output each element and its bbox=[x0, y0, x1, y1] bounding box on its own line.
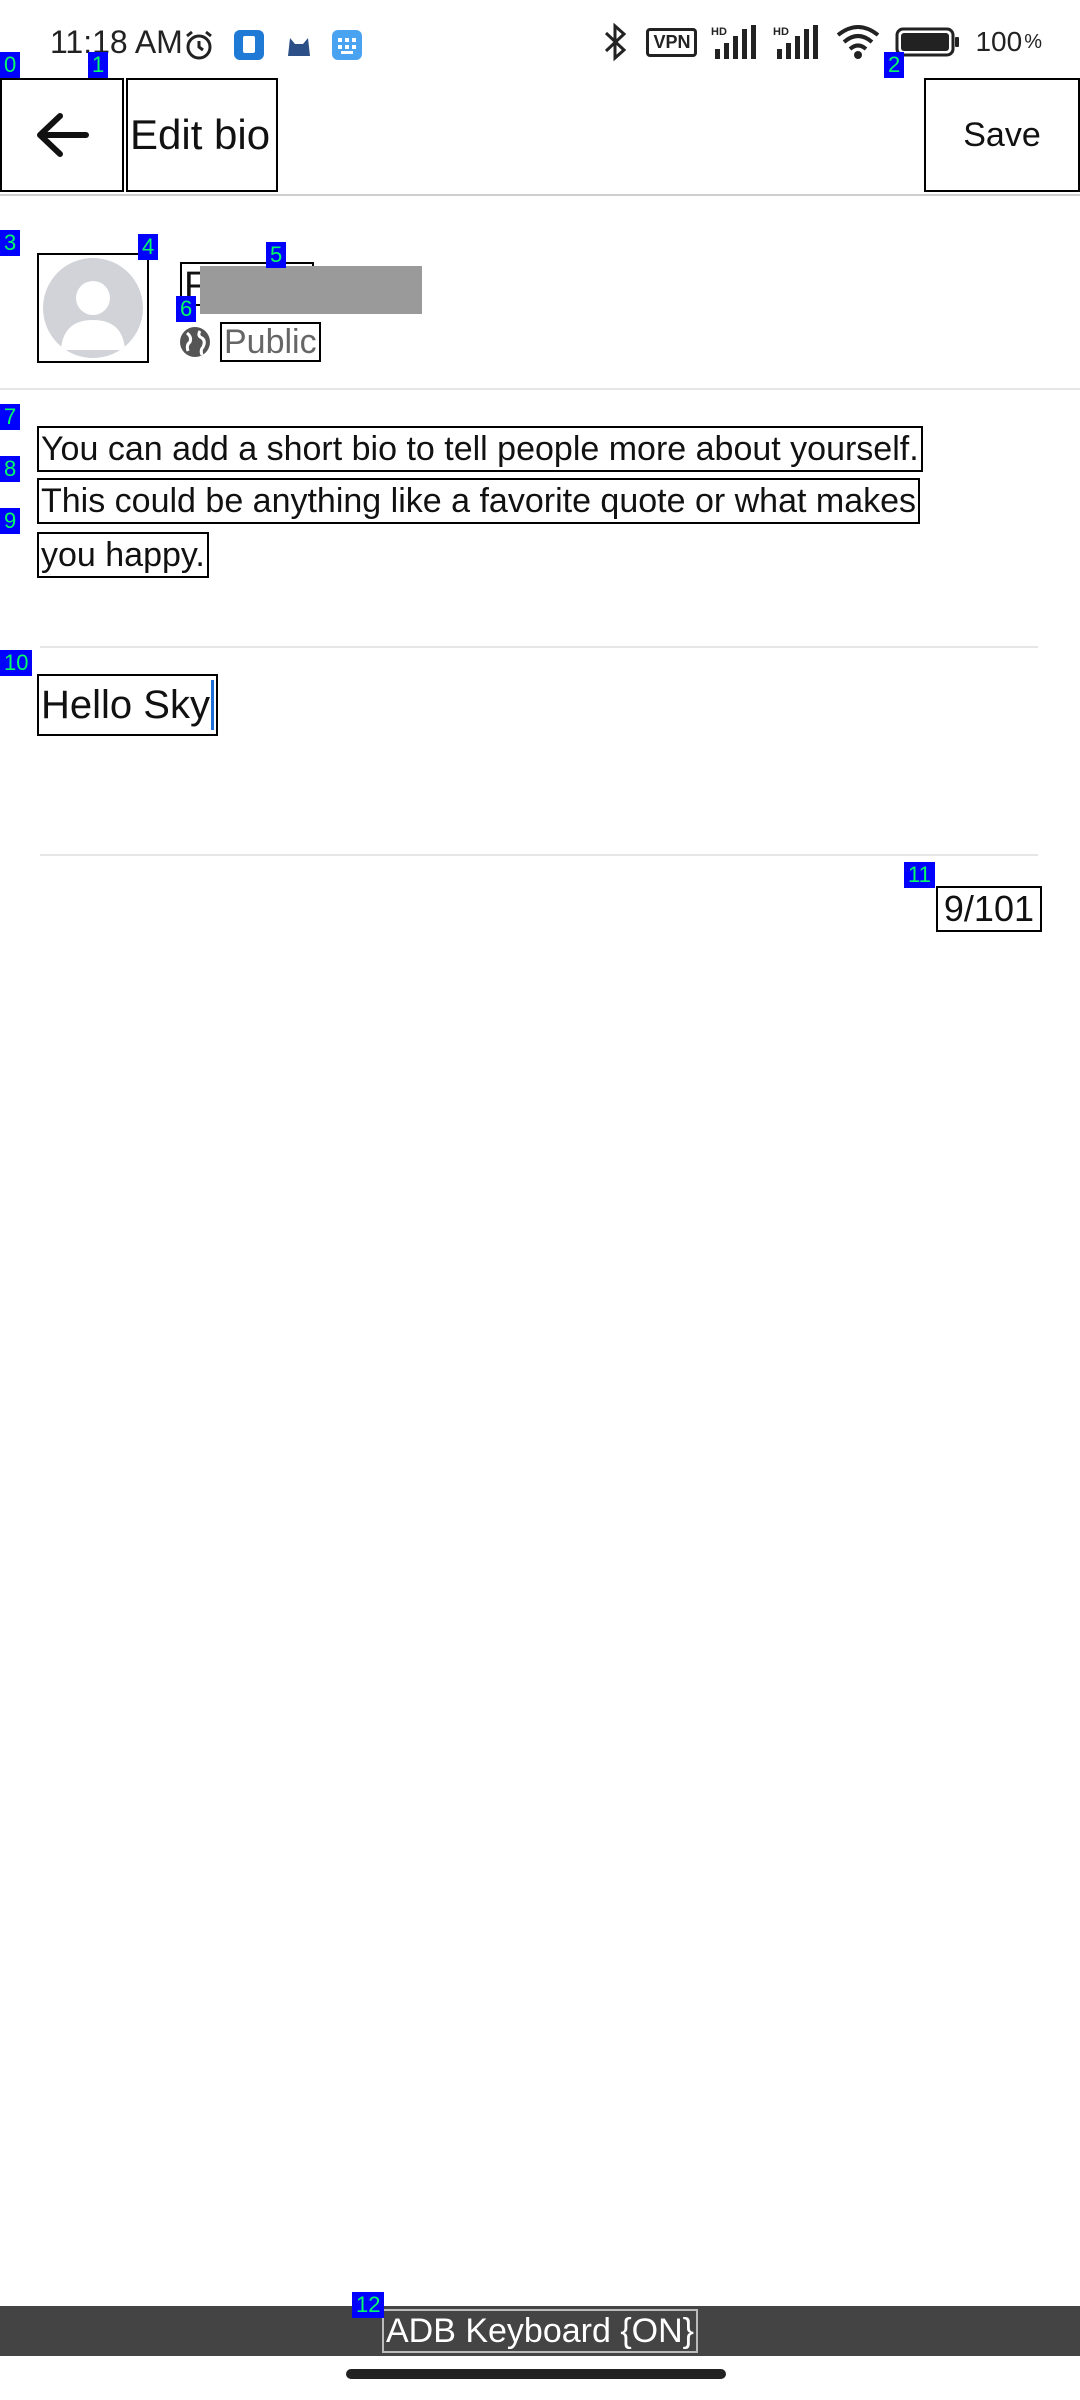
battery-icon bbox=[895, 27, 960, 57]
element-index-marker: 7 bbox=[0, 404, 21, 430]
globe-icon bbox=[180, 327, 210, 357]
app-header: Edit bio Save bbox=[0, 78, 1080, 196]
element-index-marker: 2 bbox=[884, 52, 905, 78]
cat-app-icon bbox=[288, 38, 310, 56]
avatar bbox=[43, 258, 143, 358]
bio-help-text-line-1: You can add a short bio to tell people m… bbox=[37, 426, 923, 472]
percent-sign: % bbox=[1024, 30, 1042, 53]
element-index-marker: 11 bbox=[904, 862, 935, 888]
title-container: Edit bio bbox=[126, 78, 278, 192]
signal-2-icon: HD bbox=[773, 25, 819, 59]
element-index-marker: 1 bbox=[88, 52, 109, 78]
page-title: Edit bio bbox=[130, 111, 271, 158]
divider bbox=[40, 646, 1038, 648]
svg-text:HD: HD bbox=[711, 26, 727, 38]
battery-percent: 100 bbox=[975, 26, 1023, 57]
character-counter: 9/101 bbox=[935, 886, 1042, 932]
divider bbox=[40, 854, 1038, 856]
divider bbox=[0, 388, 1080, 390]
element-index-marker: 6 bbox=[176, 296, 197, 322]
bio-input-value: Hello Sky bbox=[41, 682, 210, 727]
status-bar: 11:18 AM VPN HD HD 100 % bbox=[0, 0, 1080, 78]
arrow-left-icon bbox=[37, 113, 89, 157]
avatar-container[interactable] bbox=[37, 253, 149, 363]
alarm-icon bbox=[186, 30, 212, 60]
element-index-marker: 0 bbox=[0, 52, 21, 78]
element-index-marker: 10 bbox=[0, 650, 33, 676]
element-index-marker: 5 bbox=[266, 242, 287, 268]
element-index-marker: 9 bbox=[0, 508, 21, 534]
status-time: 11:18 AM bbox=[50, 24, 183, 60]
bio-input[interactable]: Hello Sky bbox=[37, 674, 218, 736]
svg-text:HD: HD bbox=[773, 26, 789, 38]
privacy-row: Public bbox=[178, 322, 321, 362]
redacted-name-block bbox=[200, 266, 422, 314]
status-right-group: VPN HD HD 100% bbox=[598, 22, 1042, 62]
element-index-marker: 8 bbox=[0, 456, 21, 482]
bio-help-text-line-2: This could be anything like a favorite q… bbox=[37, 478, 921, 524]
vpn-icon: VPN bbox=[646, 27, 698, 57]
keyboard-app-icon bbox=[332, 30, 362, 60]
keyboard-label: ADB Keyboard {ON} bbox=[381, 2309, 699, 2353]
element-index-marker: 12 bbox=[352, 2292, 385, 2318]
signal-1-icon: HD bbox=[711, 25, 757, 59]
app-notification-icon bbox=[234, 30, 264, 60]
privacy-label: Public bbox=[220, 322, 321, 362]
text-caret bbox=[210, 680, 214, 730]
bio-help-text-line-3: you happy. bbox=[37, 532, 209, 578]
back-button[interactable] bbox=[0, 78, 124, 192]
default-user-icon bbox=[61, 281, 125, 350]
wifi-icon bbox=[837, 25, 880, 59]
home-indicator[interactable] bbox=[346, 2369, 726, 2379]
save-button[interactable]: Save bbox=[924, 78, 1080, 192]
bluetooth-icon bbox=[605, 22, 627, 62]
element-index-marker: 4 bbox=[138, 234, 159, 260]
keyboard-status-bar: ADB Keyboard {ON} bbox=[0, 2306, 1080, 2356]
element-index-marker: 3 bbox=[0, 230, 21, 256]
